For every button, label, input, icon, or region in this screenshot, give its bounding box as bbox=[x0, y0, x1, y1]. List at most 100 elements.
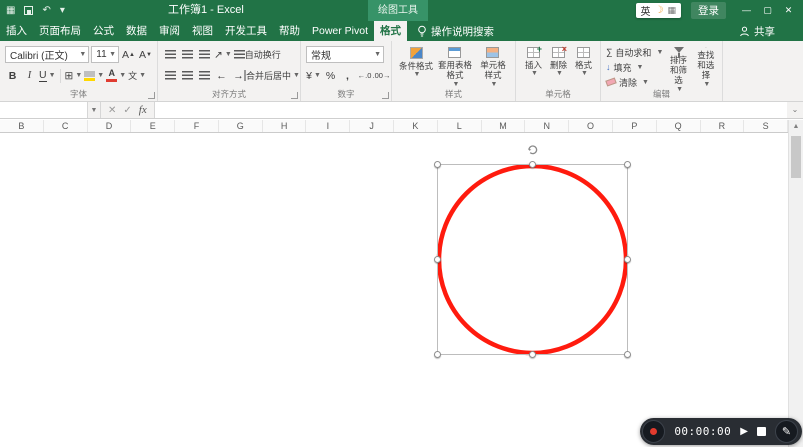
scrollbar-thumb[interactable] bbox=[791, 136, 801, 178]
format-as-table-button[interactable]: 套用表格格式 ▼ bbox=[435, 44, 475, 89]
resize-handle-top-middle[interactable] bbox=[529, 161, 536, 168]
column-header-L[interactable]: L bbox=[438, 120, 482, 132]
vertical-scrollbar[interactable]: ▲ bbox=[788, 120, 803, 447]
accounting-format-button[interactable]: ¥ ▼ bbox=[306, 67, 321, 84]
confirm-entry-icon[interactable]: ✓ bbox=[123, 105, 131, 116]
sign-in-button[interactable]: 登录 bbox=[691, 2, 726, 19]
play-icon[interactable]: ▶ bbox=[740, 426, 748, 437]
column-header-F[interactable]: F bbox=[175, 120, 219, 132]
align-bottom-icon[interactable] bbox=[197, 46, 212, 63]
font-size-combo[interactable]: 11 ▼ bbox=[91, 46, 119, 63]
resize-handle-middle-left[interactable] bbox=[434, 256, 441, 263]
find-select-button[interactable]: 查找和选择 ▼ bbox=[694, 44, 718, 89]
format-cells-button[interactable]: 格式 ▼ bbox=[571, 44, 596, 89]
delete-cells-button[interactable]: × 删除 ▼ bbox=[546, 44, 571, 89]
alignment-dialog-launcher-icon[interactable] bbox=[291, 92, 298, 99]
column-header-G[interactable]: G bbox=[219, 120, 263, 132]
minimize-button[interactable]: — bbox=[736, 0, 757, 21]
ribbon-tab-2[interactable]: 公式 bbox=[87, 21, 120, 41]
pencil-button[interactable]: ✎ bbox=[775, 420, 798, 443]
column-header-P[interactable]: P bbox=[613, 120, 657, 132]
insert-function-button[interactable]: fx bbox=[139, 104, 147, 116]
insert-cells-button[interactable]: + 插入 ▼ bbox=[521, 44, 546, 89]
column-header-R[interactable]: R bbox=[701, 120, 745, 132]
borders-button[interactable]: ⊞ ▼ bbox=[65, 67, 83, 84]
column-header-D[interactable]: D bbox=[88, 120, 132, 132]
keyboard-icon[interactable]: ▦ bbox=[667, 5, 676, 16]
font-dialog-launcher-icon[interactable] bbox=[148, 92, 155, 99]
ribbon-tab-9[interactable]: 格式 bbox=[374, 21, 408, 41]
column-header-J[interactable]: J bbox=[350, 120, 395, 132]
ribbon-tab-5[interactable]: 视图 bbox=[186, 21, 219, 41]
column-header-M[interactable]: M bbox=[482, 120, 526, 132]
ribbon-tab-0[interactable]: 插入 bbox=[0, 21, 33, 41]
fill-button[interactable]: ↓ 填充 ▼ bbox=[606, 60, 663, 74]
column-header-B[interactable]: B bbox=[0, 120, 44, 132]
decrease-decimal-button[interactable]: .00→ bbox=[373, 67, 391, 84]
align-right-icon[interactable] bbox=[197, 67, 212, 84]
ime-language-indicator[interactable]: 英 bbox=[641, 3, 651, 18]
stop-icon[interactable] bbox=[757, 427, 766, 436]
fill-color-button[interactable]: ▼ bbox=[84, 67, 104, 84]
italic-button[interactable]: I bbox=[22, 67, 37, 84]
resize-handle-bottom-middle[interactable] bbox=[529, 351, 536, 358]
percent-style-button[interactable]: % bbox=[323, 67, 338, 84]
column-header-E[interactable]: E bbox=[131, 120, 176, 132]
app-icon[interactable]: ▦ bbox=[6, 5, 15, 16]
column-header-I[interactable]: I bbox=[306, 120, 351, 132]
orientation-button[interactable]: ↗ ▼ bbox=[214, 46, 232, 63]
bold-button[interactable]: B bbox=[5, 67, 20, 84]
column-header-H[interactable]: H bbox=[263, 120, 307, 132]
shrink-font-button[interactable]: A ▼ bbox=[138, 46, 153, 63]
rotate-handle[interactable] bbox=[526, 143, 539, 161]
resize-handle-top-right[interactable] bbox=[624, 161, 631, 168]
worksheet-grid[interactable] bbox=[0, 133, 788, 447]
align-top-icon[interactable] bbox=[163, 46, 178, 63]
phonetic-guide-button[interactable]: 文 ▼ bbox=[128, 67, 146, 84]
ime-toolbar[interactable]: 英 ☽ ▦ bbox=[635, 3, 681, 18]
column-header-N[interactable]: N bbox=[525, 120, 570, 132]
formula-input[interactable] bbox=[153, 102, 787, 118]
qat-customize-icon[interactable]: ▾ bbox=[60, 5, 65, 16]
conditional-formatting-button[interactable]: 条件格式 ▼ bbox=[397, 44, 435, 89]
share-button[interactable]: 共享 bbox=[739, 21, 775, 41]
autosum-button[interactable]: ∑ 自动求和 ▼ bbox=[606, 45, 663, 59]
ribbon-tab-6[interactable]: 开发工具 bbox=[219, 21, 273, 41]
clear-button[interactable]: 清除 ▼ bbox=[605, 75, 663, 89]
font-name-combo[interactable]: Calibri (正文) ▼ bbox=[5, 46, 90, 63]
comma-style-button[interactable]: , bbox=[340, 67, 355, 84]
column-header-S[interactable]: S bbox=[744, 120, 789, 132]
ribbon-tab-7[interactable]: 帮助 bbox=[273, 21, 306, 41]
column-header-C[interactable]: C bbox=[44, 120, 88, 132]
save-icon[interactable] bbox=[24, 6, 34, 15]
resize-handle-bottom-right[interactable] bbox=[624, 351, 631, 358]
maximize-button[interactable]: ▢ bbox=[757, 0, 778, 21]
scroll-up-icon[interactable]: ▲ bbox=[789, 120, 803, 133]
align-left-icon[interactable] bbox=[163, 67, 178, 84]
merge-center-button[interactable]: 合并后居中 ▼ bbox=[244, 67, 300, 84]
decrease-indent-icon[interactable]: ← bbox=[214, 67, 229, 84]
number-dialog-launcher-icon[interactable] bbox=[382, 92, 389, 99]
ribbon-tab-4[interactable]: 审阅 bbox=[153, 21, 186, 41]
resize-handle-top-left[interactable] bbox=[434, 161, 441, 168]
moon-icon[interactable]: ☽ bbox=[655, 5, 664, 16]
name-box-dropdown-icon[interactable]: ▼ bbox=[88, 102, 101, 118]
cell-styles-button[interactable]: 单元格样式 ▼ bbox=[475, 44, 511, 89]
wrap-text-button[interactable]: 自动换行 bbox=[233, 46, 281, 63]
column-header-K[interactable]: K bbox=[394, 120, 438, 132]
ribbon-tab-3[interactable]: 数据 bbox=[120, 21, 153, 41]
expand-formula-bar-icon[interactable]: ⌄ bbox=[787, 102, 803, 118]
grow-font-button[interactable]: A ▲ bbox=[121, 46, 136, 63]
increase-decimal-button[interactable]: ←.0 bbox=[357, 67, 372, 84]
sort-filter-button[interactable]: 排序和筛选 ▼ bbox=[666, 44, 690, 93]
ribbon-tab-1[interactable]: 页面布局 bbox=[33, 21, 87, 41]
resize-handle-middle-right[interactable] bbox=[624, 256, 631, 263]
font-color-button[interactable]: A ▼ bbox=[106, 67, 126, 84]
column-header-O[interactable]: O bbox=[569, 120, 613, 132]
cancel-entry-icon[interactable]: ✕ bbox=[108, 105, 116, 116]
undo-icon[interactable]: ↶ bbox=[42, 5, 50, 16]
ribbon-tab-8[interactable]: Power Pivot bbox=[306, 21, 374, 41]
align-middle-icon[interactable] bbox=[180, 46, 195, 63]
close-button[interactable]: ✕ bbox=[778, 0, 799, 21]
number-format-combo[interactable]: 常规 ▼ bbox=[306, 46, 384, 63]
